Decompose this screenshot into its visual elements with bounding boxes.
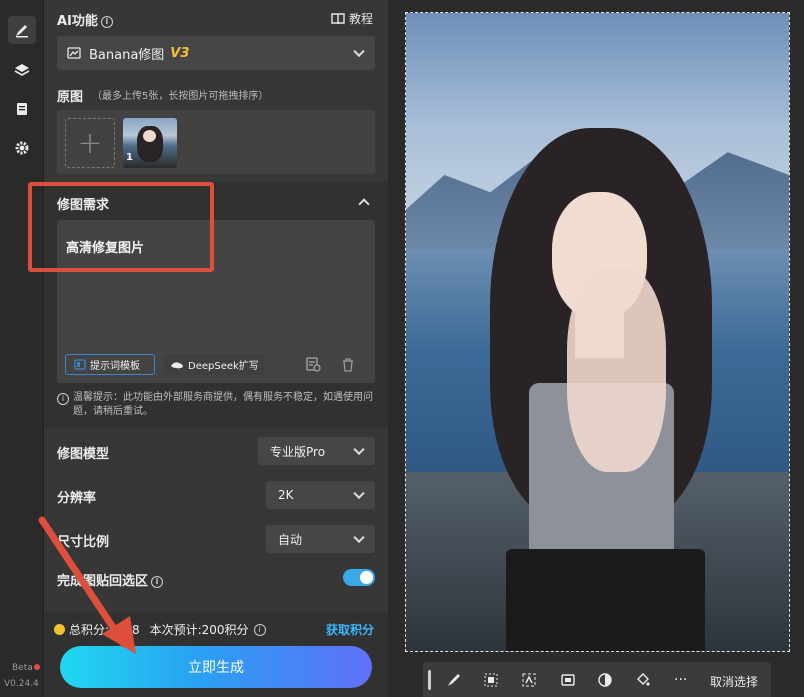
notification-dot — [34, 664, 40, 670]
invert-select-button[interactable] — [597, 672, 613, 688]
image-edit-icon — [67, 47, 81, 59]
chevron-down-icon — [353, 45, 365, 58]
annotation-highlight-box — [28, 182, 214, 272]
trash-icon — [343, 358, 353, 372]
thumbnail-face — [143, 130, 156, 142]
total-points: 总积分:9028 — [69, 623, 140, 637]
template-icon — [74, 359, 86, 370]
function-version-badge: V3 — [170, 45, 190, 61]
original-image-hint: （最多上传5张，长按图片可拖拽排序） — [92, 91, 269, 102]
smart-select-icon — [484, 673, 498, 687]
resolution-dropdown[interactable]: 2K — [266, 481, 375, 509]
history-icon — [306, 357, 321, 372]
cancel-selection-button[interactable]: 取消选择 — [710, 673, 758, 690]
points-summary: 总积分:9028 本次预计:200积分 i — [54, 621, 266, 638]
generate-button[interactable]: 立即生成 — [60, 646, 372, 688]
layers-tool-button[interactable] — [8, 56, 36, 84]
deepseek-whale-icon — [171, 361, 183, 368]
warning-notice: i 温馨提示：此功能由外部服务商提供，偶有服务不稳定，如遇使用问题，请稍后重试。 — [57, 391, 375, 419]
history-button[interactable] — [305, 356, 321, 376]
info-icon: i — [57, 393, 69, 405]
chevron-down-icon — [353, 443, 365, 456]
paste-back-label: 完成图贴回选区 i — [57, 570, 164, 589]
delete-button[interactable] — [341, 357, 355, 376]
chevron-down-icon — [353, 487, 365, 500]
book-icon — [331, 12, 345, 24]
brush-tool-button[interactable] — [8, 16, 36, 44]
image-skirt — [505, 548, 705, 651]
rect-select-button[interactable] — [560, 672, 576, 688]
original-image-label: 原图 — [57, 90, 84, 105]
left-toolbar: Beta V0.24.4 — [0, 0, 44, 697]
document-icon — [17, 103, 27, 115]
info-icon[interactable]: i — [151, 575, 164, 588]
resolution-label: 分辨率 — [57, 491, 97, 506]
invert-select-icon — [598, 673, 612, 687]
image-arm — [566, 268, 667, 473]
version-label: V0.24.4 — [4, 679, 39, 689]
coin-icon — [54, 624, 65, 635]
brush-select-icon — [448, 674, 460, 686]
add-image-button[interactable]: + — [65, 118, 115, 168]
ratio-label: 尺寸比例 — [57, 535, 110, 550]
model-dropdown[interactable]: 专业版Pro — [258, 437, 375, 465]
paint-bucket-icon — [637, 673, 650, 686]
edited-image[interactable] — [405, 12, 790, 652]
function-name: Banana修图 — [89, 47, 165, 63]
chevron-down-icon — [353, 531, 365, 544]
function-selector[interactable]: Banana修图 V3 — [57, 36, 375, 70]
model-label: 修图模型 — [57, 447, 110, 462]
info-icon[interactable]: i — [253, 623, 266, 636]
settings-tool-button[interactable] — [8, 134, 36, 162]
tutorial-link[interactable]: 教程 — [331, 10, 373, 27]
rect-select-icon — [561, 674, 575, 686]
prompt-template-button[interactable]: 提示词模板 — [65, 354, 155, 375]
paste-back-toggle[interactable] — [343, 569, 375, 586]
estimate-points: 本次预计:200积分 — [149, 623, 249, 637]
ratio-dropdown[interactable]: 自动 — [266, 525, 375, 553]
thumbnail-index: 1 — [126, 152, 133, 163]
get-points-link[interactable]: 获取积分 — [326, 621, 374, 638]
gear-icon — [15, 141, 29, 155]
fill-select-button[interactable] — [635, 672, 651, 688]
subject-select-button[interactable] — [521, 672, 537, 688]
beta-label: Beta — [12, 663, 33, 673]
info-icon[interactable]: i — [100, 15, 113, 28]
document-tool-button[interactable] — [8, 95, 36, 123]
smart-select-button[interactable] — [483, 672, 499, 688]
brush-icon — [16, 25, 28, 38]
brush-select-button[interactable] — [446, 672, 462, 688]
deepseek-expand-button[interactable]: DeepSeek扩写 — [164, 354, 264, 375]
ai-function-title: AI功能 i — [57, 10, 113, 29]
more-button[interactable]: ··· — [674, 672, 690, 688]
layers-icon — [14, 64, 30, 76]
subject-select-icon — [522, 673, 536, 687]
toolbar-drag-handle[interactable] — [428, 670, 431, 690]
